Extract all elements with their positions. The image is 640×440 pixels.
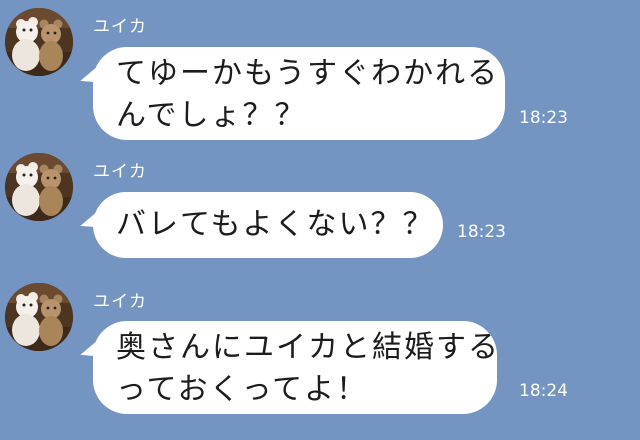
message-text-line: っておくってよ！	[116, 372, 369, 407]
message-bubble[interactable]: てゆーかもうすぐわかれる んでしょ？？	[93, 47, 505, 140]
message-row: ユイカ バレてもよくない？？ 18:23	[0, 153, 640, 263]
message-timestamp: 18:23	[457, 222, 506, 242]
message-text-line: てゆーかもうすぐわかれる	[116, 56, 500, 91]
teddy-bears-avatar-icon[interactable]	[5, 153, 73, 221]
message-timestamp: 18:24	[519, 381, 568, 401]
message-text-line: んでしょ？？	[116, 98, 307, 133]
sender-name: ユイカ	[93, 292, 147, 312]
message-timestamp: 18:23	[519, 108, 568, 128]
chat-message-area[interactable]: ユイカ てゆーかもうすぐわかれる んでしょ？？ 18:23 ユイカ バレてもよく…	[0, 0, 640, 440]
sender-name: ユイカ	[93, 162, 147, 182]
message-bubble[interactable]: バレてもよくない？？	[93, 192, 443, 258]
message-bubble[interactable]: 奥さんにユイカと結婚する っておくってよ！	[93, 321, 500, 414]
message-text-line: 奥さんにユイカと結婚する	[116, 330, 500, 365]
teddy-bears-avatar-icon[interactable]	[5, 8, 73, 76]
message-row: ユイカ 奥さんにユイカと結婚する っておくってよ！ 18:24	[0, 283, 640, 440]
sender-name: ユイカ	[93, 17, 147, 37]
message-text-line: バレてもよくない？？	[116, 207, 435, 242]
teddy-bears-avatar-icon[interactable]	[5, 283, 73, 351]
message-row: ユイカ てゆーかもうすぐわかれる んでしょ？？ 18:23	[0, 8, 640, 148]
